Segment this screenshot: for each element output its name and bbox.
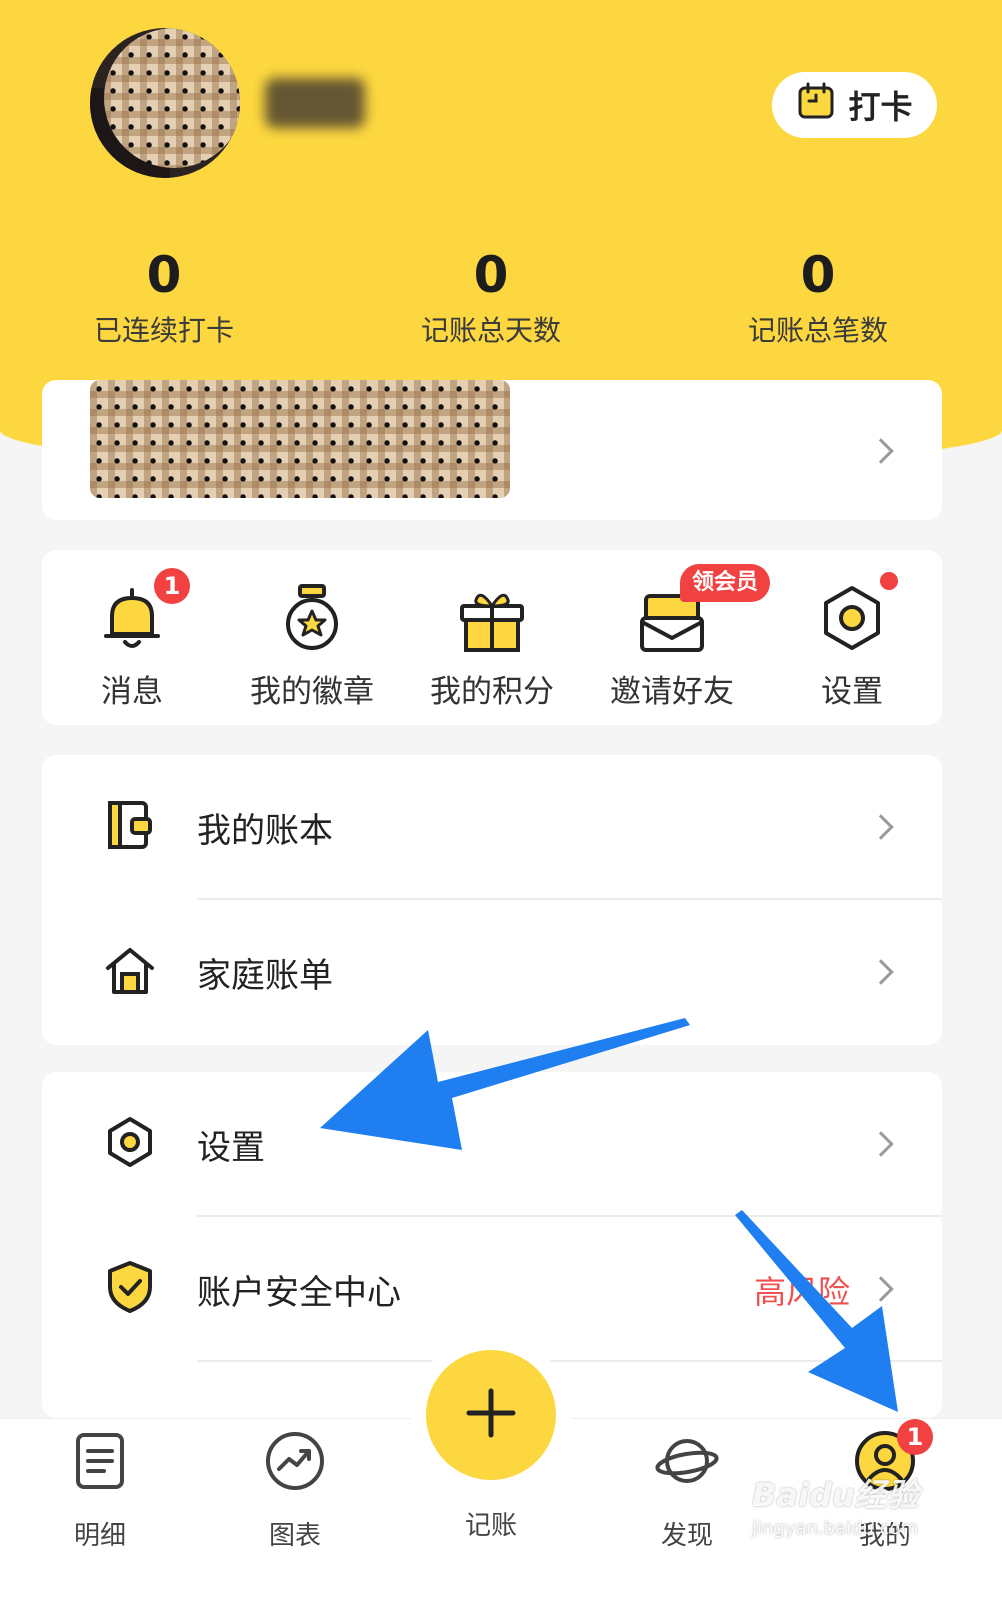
quick-label: 我的徽章	[250, 674, 374, 710]
list-item-label: 我的账本	[197, 811, 333, 851]
chevron-right-icon	[868, 814, 894, 840]
username-blurred	[265, 78, 365, 128]
calendar-icon	[796, 81, 836, 129]
unread-badge: 1	[897, 1419, 933, 1455]
gear-hex-icon	[100, 1112, 160, 1172]
watermark-url: jingyan.baidu.com	[752, 1518, 919, 1539]
plus-icon	[465, 1387, 517, 1443]
tab-label: 记账	[464, 1511, 517, 1541]
list-item-settings[interactable]: 设置	[42, 1072, 942, 1217]
quick-badges[interactable]: 我的徽章	[222, 578, 402, 711]
list-item-label: 账户安全中心	[197, 1273, 401, 1313]
list-group-books: 我的账本 家庭账单	[42, 755, 942, 1045]
stats-row: 0 已连续打卡 0 记账总天数 0 记账总笔数	[0, 245, 1002, 355]
list-item-my-ledger[interactable]: 我的账本	[42, 755, 942, 900]
mosaic-censor	[104, 28, 240, 168]
quick-label: 邀请好友	[610, 674, 734, 710]
quick-points[interactable]: 我的积分	[402, 578, 582, 711]
stat-label: 已连续打卡	[93, 314, 234, 347]
chevron-right-icon	[868, 1131, 894, 1157]
quick-label: 设置	[821, 674, 883, 710]
gear-hex-icon	[812, 586, 892, 662]
stat-streak[interactable]: 0 已连续打卡	[54, 245, 274, 349]
planet-icon	[655, 1439, 719, 1497]
stat-value: 0	[800, 246, 836, 304]
tab-charts[interactable]: 图表	[230, 1429, 360, 1552]
quick-invite[interactable]: 领会员 邀请好友	[582, 564, 771, 711]
chevron-right-icon	[868, 438, 894, 464]
add-record-button[interactable]	[426, 1350, 556, 1480]
unread-badge: 1	[154, 568, 190, 604]
tab-label: 发现	[660, 1521, 713, 1551]
tab-label: 明细	[73, 1521, 126, 1551]
risk-status: 高风险	[753, 1273, 850, 1311]
shield-check-icon	[100, 1257, 160, 1317]
checkin-button[interactable]: 打卡	[772, 72, 937, 138]
bell-icon	[92, 588, 172, 662]
list-item-label: 设置	[197, 1128, 265, 1168]
chevron-right-icon	[868, 1276, 894, 1302]
vip-badge: 领会员	[680, 564, 771, 602]
stat-days[interactable]: 0 记账总天数	[381, 245, 601, 349]
stat-entries[interactable]: 0 记账总笔数	[708, 245, 928, 349]
tab-discover[interactable]: 发现	[622, 1429, 752, 1552]
stat-label: 记账总笔数	[747, 314, 888, 347]
tab-details[interactable]: 明细	[35, 1429, 165, 1552]
quick-label: 我的积分	[430, 674, 554, 710]
home-icon	[100, 940, 160, 1000]
checkin-label: 打卡	[848, 88, 913, 126]
ledger-icon	[100, 795, 160, 855]
quick-actions: 1 消息 我的徽章 我的积分 领会员 邀请好友 设置	[42, 550, 942, 725]
chevron-right-icon	[868, 959, 894, 985]
mosaic-censor	[90, 380, 510, 498]
watermark-brand: Baidu经验	[752, 1476, 919, 1514]
notification-dot	[880, 572, 898, 590]
list-item-family-bill[interactable]: 家庭账单	[42, 900, 942, 1045]
quick-settings[interactable]: 设置	[762, 572, 942, 711]
trend-chart-icon	[263, 1432, 327, 1497]
gift-icon	[452, 593, 532, 662]
tab-label: 图表	[268, 1521, 321, 1551]
list-item-label: 家庭账单	[197, 956, 333, 996]
baidu-watermark: Baidu经验 jingyan.baidu.com	[752, 1470, 952, 1539]
envelope-icon	[632, 594, 712, 662]
medal-icon	[272, 584, 352, 662]
stat-value: 0	[473, 246, 509, 304]
stat-label: 记账总天数	[420, 314, 561, 347]
quick-label: 消息	[101, 674, 163, 710]
avatar[interactable]	[90, 28, 240, 178]
member-banner[interactable]	[42, 380, 942, 520]
stat-value: 0	[146, 246, 182, 304]
quick-messages[interactable]: 1 消息	[42, 568, 222, 711]
list-doc-icon	[68, 1433, 132, 1497]
